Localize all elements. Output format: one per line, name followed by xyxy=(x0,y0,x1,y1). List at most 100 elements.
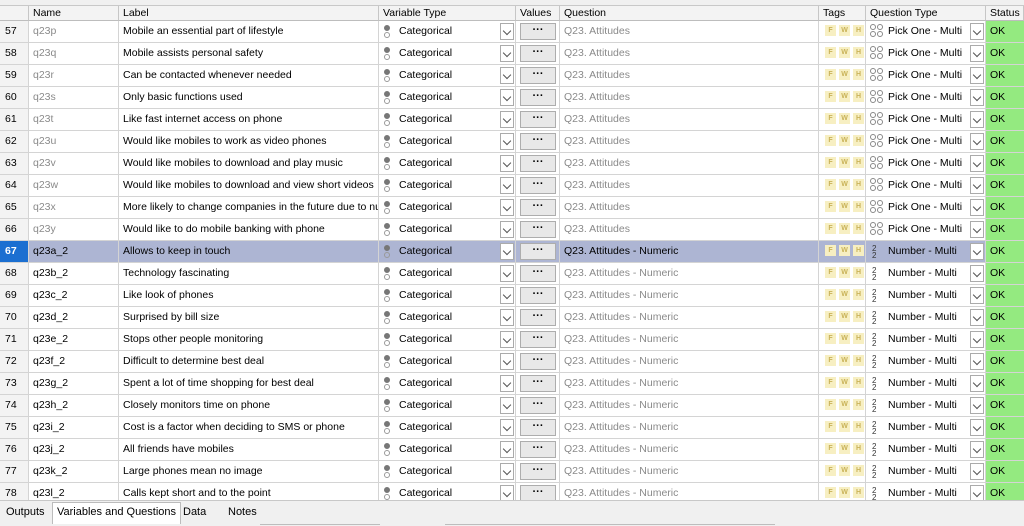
variable-name[interactable]: q23y xyxy=(29,219,119,241)
question-name[interactable]: Q23. Attitudes xyxy=(560,131,819,153)
variable-name[interactable]: q23u xyxy=(29,131,119,153)
variable-name[interactable]: q23c_2 xyxy=(29,285,119,307)
tag-f-icon[interactable]: F xyxy=(825,91,836,102)
variable-name[interactable]: q23r xyxy=(29,65,119,87)
tag-h-icon[interactable]: H xyxy=(853,399,864,410)
values-button[interactable]: ··· xyxy=(520,485,556,500)
tag-h-icon[interactable]: H xyxy=(853,91,864,102)
table-row[interactable]: 67 q23a_2 Allows to keep in touch Categoric… xyxy=(0,241,1024,263)
tag-w-icon[interactable]: W xyxy=(839,465,850,476)
tag-w-icon[interactable]: W xyxy=(839,135,850,146)
row-number[interactable]: 61 xyxy=(0,109,29,131)
table-row[interactable]: 63 q23v Would like mobiles to download and… xyxy=(0,153,1024,175)
tag-f-icon[interactable]: F xyxy=(825,443,836,454)
values-button[interactable]: ··· xyxy=(520,67,556,84)
question-type-select[interactable]: Pick One - Multi xyxy=(866,197,986,219)
tag-f-icon[interactable]: F xyxy=(825,113,836,124)
variable-type-select[interactable]: Categorical xyxy=(379,417,516,439)
variable-label[interactable]: Allows to keep in touch xyxy=(119,241,379,263)
chevron-down-icon[interactable] xyxy=(500,485,514,500)
question-name[interactable]: Q23. Attitudes - Numeric xyxy=(560,351,819,373)
table-row[interactable]: 78 q23l_2 Calls kept short and to the poin… xyxy=(0,483,1024,500)
question-type-select[interactable]: 2 2 Number - Multi xyxy=(866,439,986,461)
variable-type-select[interactable]: Categorical xyxy=(379,197,516,219)
table-row[interactable]: 60 q23s Only basic functions used Categoric… xyxy=(0,87,1024,109)
variable-name[interactable]: q23d_2 xyxy=(29,307,119,329)
chevron-down-icon[interactable] xyxy=(970,309,984,326)
chevron-down-icon[interactable] xyxy=(500,463,514,480)
variable-type-select[interactable]: Categorical xyxy=(379,373,516,395)
tag-f-icon[interactable]: F xyxy=(825,157,836,168)
question-name[interactable]: Q23. Attitudes - Numeric xyxy=(560,263,819,285)
row-number[interactable]: 68 xyxy=(0,263,29,285)
chevron-down-icon[interactable] xyxy=(970,243,984,260)
row-number[interactable]: 58 xyxy=(0,43,29,65)
table-row[interactable]: 66 q23y Would like to do mobile banking wi… xyxy=(0,219,1024,241)
question-type-select[interactable]: 2 2 Number - Multi xyxy=(866,285,986,307)
question-type-select[interactable]: 2 2 Number - Multi xyxy=(866,263,986,285)
variable-label[interactable]: Surprised by bill size xyxy=(119,307,379,329)
chevron-down-icon[interactable] xyxy=(970,441,984,458)
values-button[interactable]: ··· xyxy=(520,177,556,194)
variable-label[interactable]: Can be contacted whenever needed xyxy=(119,65,379,87)
question-name[interactable]: Q23. Attitudes xyxy=(560,43,819,65)
variable-type-select[interactable]: Categorical xyxy=(379,43,516,65)
tag-h-icon[interactable]: H xyxy=(853,311,864,322)
variable-type-select[interactable]: Categorical xyxy=(379,21,516,43)
chevron-down-icon[interactable] xyxy=(500,177,514,194)
variable-name[interactable]: q23e_2 xyxy=(29,329,119,351)
variable-name[interactable]: q23g_2 xyxy=(29,373,119,395)
tag-w-icon[interactable]: W xyxy=(839,47,850,58)
variable-type-select[interactable]: Categorical xyxy=(379,285,516,307)
row-number[interactable]: 62 xyxy=(0,131,29,153)
chevron-down-icon[interactable] xyxy=(500,67,514,84)
tag-w-icon[interactable]: W xyxy=(839,355,850,366)
question-type-select[interactable]: 2 2 Number - Multi xyxy=(866,461,986,483)
row-number[interactable]: 59 xyxy=(0,65,29,87)
tag-w-icon[interactable]: W xyxy=(839,333,850,344)
chevron-down-icon[interactable] xyxy=(500,45,514,62)
variable-label[interactable]: Cost is a factor when deciding to SMS or… xyxy=(119,417,379,439)
values-button[interactable]: ··· xyxy=(520,111,556,128)
values-button[interactable]: ··· xyxy=(520,331,556,348)
question-type-select[interactable]: 2 2 Number - Multi xyxy=(866,417,986,439)
question-name[interactable]: Q23. Attitudes - Numeric xyxy=(560,241,819,263)
variable-name[interactable]: q23t xyxy=(29,109,119,131)
values-button[interactable]: ··· xyxy=(520,287,556,304)
tag-h-icon[interactable]: H xyxy=(853,421,864,432)
variable-type-select[interactable]: Categorical xyxy=(379,65,516,87)
tag-h-icon[interactable]: H xyxy=(853,25,864,36)
chevron-down-icon[interactable] xyxy=(970,45,984,62)
tag-h-icon[interactable]: H xyxy=(853,69,864,80)
chevron-down-icon[interactable] xyxy=(970,375,984,392)
chevron-down-icon[interactable] xyxy=(500,111,514,128)
variable-label[interactable]: Technology fascinating xyxy=(119,263,379,285)
chevron-down-icon[interactable] xyxy=(970,67,984,84)
chevron-down-icon[interactable] xyxy=(500,23,514,40)
row-number[interactable]: 64 xyxy=(0,175,29,197)
table-row[interactable]: 70 q23d_2 Surprised by bill size Categorica… xyxy=(0,307,1024,329)
tag-f-icon[interactable]: F xyxy=(825,245,836,256)
chevron-down-icon[interactable] xyxy=(500,419,514,436)
variable-name[interactable]: q23a_2 xyxy=(29,241,119,263)
question-type-select[interactable]: 2 2 Number - Multi xyxy=(866,307,986,329)
tag-w-icon[interactable]: W xyxy=(839,289,850,300)
tab-data[interactable]: Data xyxy=(179,503,210,523)
variable-label[interactable]: Would like mobiles to work as video phon… xyxy=(119,131,379,153)
tag-w-icon[interactable]: W xyxy=(839,245,850,256)
tag-f-icon[interactable]: F xyxy=(825,487,836,498)
variable-label[interactable]: Would like mobiles to download and play … xyxy=(119,153,379,175)
tag-w-icon[interactable]: W xyxy=(839,267,850,278)
question-name[interactable]: Q23. Attitudes xyxy=(560,153,819,175)
variable-name[interactable]: q23p xyxy=(29,21,119,43)
question-type-select[interactable]: Pick One - Multi xyxy=(866,65,986,87)
variable-name[interactable]: q23f_2 xyxy=(29,351,119,373)
values-button[interactable]: ··· xyxy=(520,199,556,216)
chevron-down-icon[interactable] xyxy=(970,199,984,216)
row-number[interactable]: 75 xyxy=(0,417,29,439)
tag-f-icon[interactable]: F xyxy=(825,69,836,80)
chevron-down-icon[interactable] xyxy=(970,221,984,238)
variable-name[interactable]: q23i_2 xyxy=(29,417,119,439)
tag-f-icon[interactable]: F xyxy=(825,333,836,344)
table-row[interactable]: 77 q23k_2 Large phones mean no image Catego… xyxy=(0,461,1024,483)
